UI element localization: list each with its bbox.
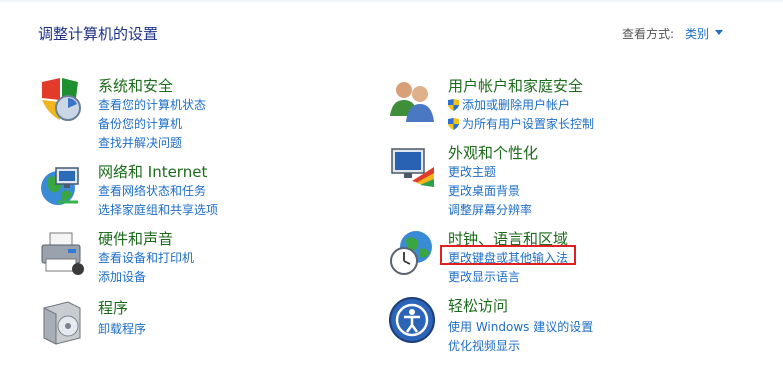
programs-box-icon[interactable] [38, 298, 86, 346]
link-recommended-settings[interactable]: 使用 Windows 建议的设置 [448, 318, 593, 335]
category-title-appearance[interactable]: 外观和个性化 [448, 142, 538, 163]
page-title: 调整计算机的设置 [38, 25, 159, 43]
link-backup-computer[interactable]: 备份您的计算机 [98, 115, 182, 132]
clock-globe-icon[interactable] [388, 229, 436, 277]
link-view-computer-status[interactable]: 查看您的计算机状态 [98, 96, 206, 113]
link-change-display-language[interactable]: 更改显示语言 [448, 268, 520, 285]
link-network-status[interactable]: 查看网络状态和任务 [98, 182, 206, 199]
shield-security-icon[interactable] [38, 76, 86, 124]
chevron-down-icon[interactable] [715, 30, 723, 35]
view-by-label: 查看方式: [622, 27, 675, 41]
link-parental-controls[interactable]: 为所有用户设置家长控制 [448, 115, 594, 132]
category-title-system[interactable]: 系统和安全 [98, 75, 173, 96]
network-globe-icon[interactable] [38, 162, 86, 210]
link-add-remove-users[interactable]: 添加或删除用户帐户 [448, 96, 570, 113]
link-uninstall-program[interactable]: 卸载程序 [98, 320, 146, 337]
category-title-access[interactable]: 轻松访问 [448, 295, 508, 316]
link-add-device[interactable]: 添加设备 [98, 268, 146, 285]
view-by-dropdown[interactable]: 类别 [685, 25, 709, 42]
users-icon[interactable] [388, 76, 436, 124]
link-desktop-background[interactable]: 更改桌面背景 [448, 182, 520, 199]
link-troubleshoot[interactable]: 查找并解决问题 [98, 134, 182, 151]
printer-icon[interactable] [38, 229, 86, 277]
link-label: 为所有用户设置家长控制 [462, 117, 595, 131]
link-optimize-visual-display[interactable]: 优化视频显示 [448, 337, 520, 354]
category-title-users[interactable]: 用户帐户和家庭安全 [448, 75, 583, 96]
category-title-programs[interactable]: 程序 [98, 297, 128, 318]
link-homegroup-sharing[interactable]: 选择家庭组和共享选项 [98, 201, 218, 218]
link-change-theme[interactable]: 更改主题 [448, 163, 496, 180]
top-edge [0, 0, 783, 3]
ease-of-access-icon[interactable] [388, 296, 436, 344]
highlight-box [440, 245, 576, 265]
uac-shield-icon [448, 118, 459, 130]
uac-shield-icon [448, 99, 459, 111]
category-title-hardware[interactable]: 硬件和声音 [98, 228, 173, 249]
link-label: 添加或删除用户帐户 [462, 98, 571, 112]
appearance-monitor-icon[interactable] [388, 143, 436, 191]
link-screen-resolution[interactable]: 调整屏幕分辨率 [448, 201, 532, 218]
category-title-network[interactable]: 网络和 Internet [98, 161, 207, 182]
link-devices-printers[interactable]: 查看设备和打印机 [98, 249, 194, 266]
